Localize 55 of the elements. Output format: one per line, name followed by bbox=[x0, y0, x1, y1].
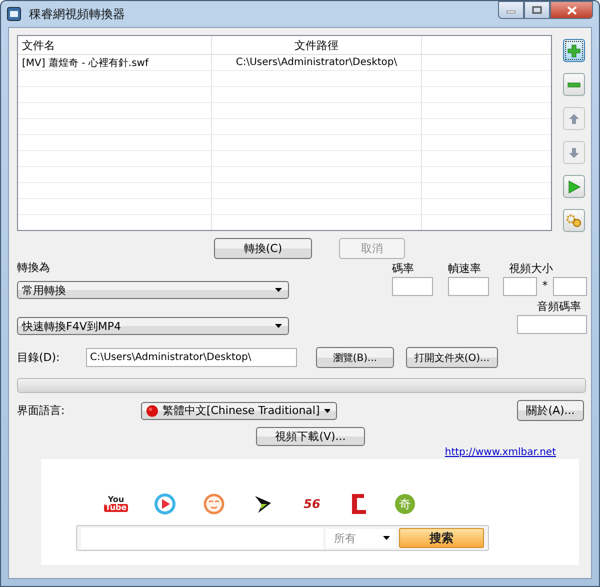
language-dropdown[interactable]: 繁體中文[Chinese Traditional] bbox=[141, 402, 337, 420]
directory-field[interactable]: C:\Users\Administrator\Desktop\ bbox=[86, 348, 297, 367]
window-title: 稞睿網視頻轉換器 bbox=[29, 6, 125, 22]
language-label: 界面語言: bbox=[17, 403, 66, 418]
audio-bitrate-label: 音頻碼率 bbox=[537, 299, 581, 313]
search-field[interactable] bbox=[81, 528, 323, 548]
format-category-dropdown[interactable]: 常用轉換 bbox=[17, 281, 289, 299]
bracket-logo-icon[interactable] bbox=[350, 493, 368, 515]
table-cell[interactable]: C:\Users\Administrator\Desktop\ bbox=[236, 57, 398, 68]
convert-button[interactable]: 轉換(C) bbox=[214, 238, 312, 259]
app-icon bbox=[7, 7, 21, 21]
bitrate-label: 碼率 bbox=[392, 261, 415, 275]
column-header[interactable]: 文件路徑 bbox=[212, 36, 422, 54]
plus-icon bbox=[567, 44, 581, 58]
video-size-label: 視頻大小 bbox=[508, 261, 554, 275]
open-folder-button[interactable]: 打開文件夾(O)... bbox=[406, 347, 498, 368]
settings-button[interactable] bbox=[563, 209, 585, 232]
frame-rate-field[interactable] bbox=[448, 277, 489, 296]
height-field[interactable] bbox=[553, 277, 587, 296]
minimize-button[interactable] bbox=[498, 1, 524, 19]
caret-icon bbox=[383, 536, 390, 540]
remove-button[interactable] bbox=[563, 73, 585, 96]
add-button[interactable] bbox=[563, 39, 585, 62]
bitrate-field[interactable] bbox=[392, 277, 433, 296]
column-header[interactable]: 文件名 bbox=[18, 36, 212, 54]
flag-icon bbox=[146, 404, 158, 418]
down-arrow-icon bbox=[568, 146, 580, 158]
directory-label: 目錄(D): bbox=[17, 350, 61, 365]
search-button[interactable]: 搜索 bbox=[399, 528, 484, 548]
video-download-button[interactable]: 視頻下載(V)... bbox=[256, 427, 365, 446]
convert-to-label: 轉換為 bbox=[17, 260, 51, 275]
scope-dropdown[interactable]: 所有 bbox=[326, 528, 396, 548]
audio-bitrate-field[interactable] bbox=[517, 315, 587, 334]
website-link[interactable]: http://www.xmlbar.net bbox=[444, 447, 556, 458]
preset-dropdown[interactable]: 快速轉換F4V到MP4 bbox=[17, 317, 289, 335]
maximize-button[interactable] bbox=[524, 1, 550, 19]
caret-icon bbox=[324, 408, 330, 412]
width-field[interactable] bbox=[503, 277, 537, 296]
table-cell[interactable]: [MV] 蕭煌奇 - 心裡有針.swf bbox=[22, 56, 149, 70]
close-button[interactable] bbox=[550, 1, 593, 19]
video-site-logo[interactable]: 56 bbox=[301, 497, 323, 511]
gears-icon bbox=[566, 214, 582, 228]
play-icon bbox=[567, 180, 581, 194]
up-arrow-icon bbox=[568, 112, 580, 124]
browse-button[interactable]: 瀏覽(B)... bbox=[316, 347, 394, 368]
size-separator: * bbox=[541, 279, 549, 292]
caret-icon bbox=[275, 324, 282, 328]
maximize-icon bbox=[532, 6, 542, 14]
caret-icon bbox=[275, 288, 282, 292]
start-button[interactable] bbox=[563, 175, 585, 198]
frame-rate-label: 幀速率 bbox=[448, 261, 482, 275]
close-icon bbox=[566, 6, 576, 14]
smiley-icon[interactable] bbox=[203, 493, 225, 515]
play-icon[interactable] bbox=[154, 493, 176, 515]
about-button[interactable]: 關於(A)... bbox=[517, 400, 584, 421]
